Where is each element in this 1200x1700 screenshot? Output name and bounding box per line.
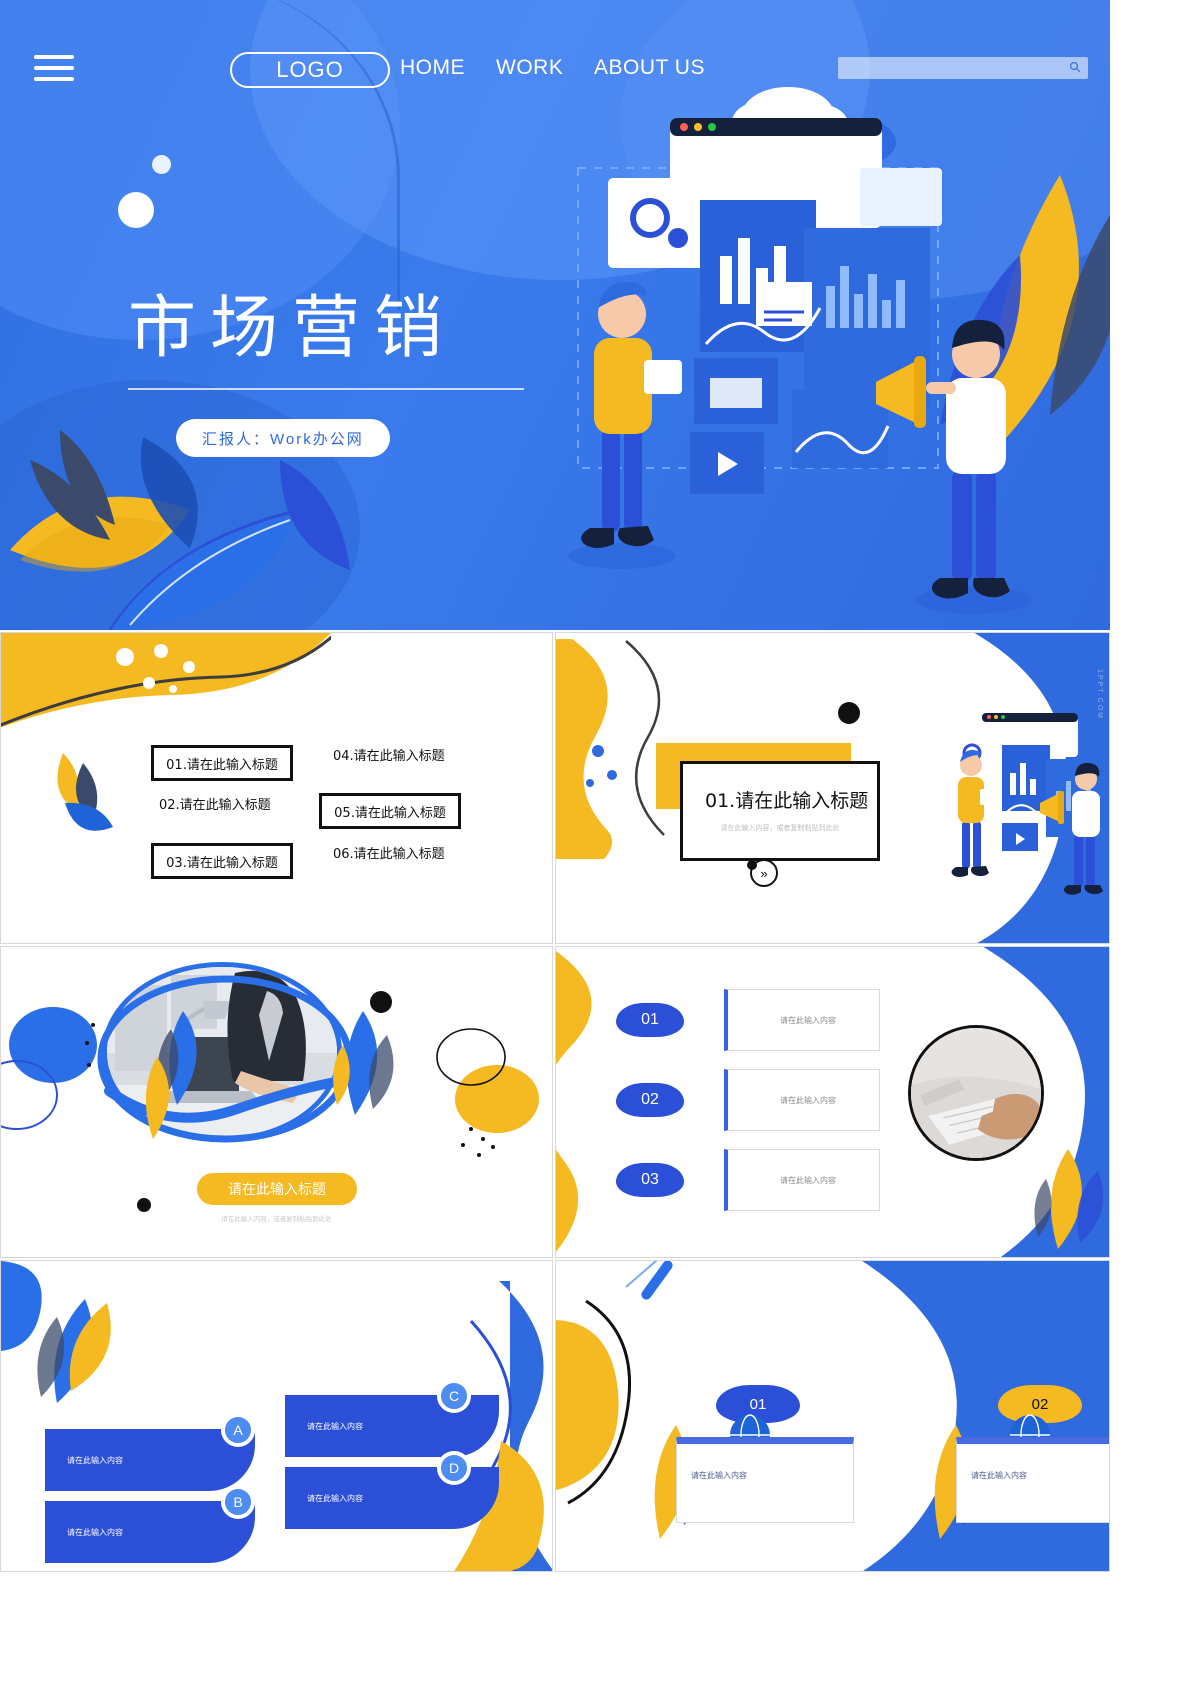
hero-slide[interactable]: LOGO HOME WORK ABOUT US 市场营销 汇报人：Work办公网: [0, 0, 1110, 630]
list-item-boxed[interactable]: 05.请在此输入标题: [319, 793, 461, 829]
decorative-dot: [118, 192, 154, 228]
foliage-illustration: [57, 753, 113, 831]
slide-thumbnail-2[interactable]: 01.请在此输入标题 02.请在此输入标题 03.请在此输入标题 04.请在此输…: [0, 632, 553, 944]
content-text: 请在此输入内容: [780, 1015, 836, 1025]
banner-text: 请在此输入内容: [307, 1494, 363, 1503]
content-card[interactable]: 请在此输入内容: [676, 1437, 854, 1523]
banner-text: 请在此输入内容: [67, 1528, 123, 1537]
list-item-text: 05.请在此输入标题: [334, 805, 446, 821]
list-item-text: 03.请在此输入标题: [166, 855, 278, 871]
title-card[interactable]: 01.请在此输入标题 请在此输入内容，或者复制粘贴到此处: [680, 761, 880, 861]
foliage-illustration: [333, 1011, 394, 1115]
foliage-illustration: [145, 1057, 170, 1139]
decorative-curve: [40, 0, 400, 310]
marketing-illustration: [951, 690, 1103, 895]
next-arrow-button[interactable]: »: [750, 859, 778, 887]
slide-thumbnail-7[interactable]: 01 请在此输入内容 02 请在此输入内容: [555, 1260, 1110, 1572]
content-box[interactable]: 请在此输入内容: [724, 1069, 880, 1131]
content-text: 请在此输入内容: [780, 1095, 836, 1105]
ppt-template-preview: LOGO HOME WORK ABOUT US 市场营销 汇报人：Work办公网…: [0, 0, 1200, 1700]
banner-text: 请在此输入内容: [307, 1422, 363, 1431]
content-text: 请在此输入内容: [780, 1175, 836, 1185]
list-item-boxed[interactable]: 03.请在此输入标题: [151, 843, 293, 879]
card-subtitle: 请在此输入内容，或者复制粘贴到此处: [720, 824, 840, 832]
card-text: 请在此输入内容: [691, 1471, 747, 1480]
page-title: 市场营销: [128, 289, 457, 368]
step-badge: 03: [616, 1163, 684, 1197]
list-item-boxed[interactable]: 01.请在此输入标题: [151, 745, 293, 781]
hamburger-menu-icon[interactable]: [34, 55, 74, 85]
foliage-illustration: [1034, 1149, 1104, 1249]
watermark-text: 1PPT.COM: [1096, 669, 1103, 721]
step-badge: 01: [616, 1003, 684, 1037]
badge-c: C: [437, 1379, 471, 1413]
badge-d: D: [437, 1451, 471, 1485]
nav-item-home[interactable]: HOME: [400, 56, 465, 80]
content-card[interactable]: 请在此输入内容: [956, 1437, 1109, 1523]
presenter-badge: 汇报人：Work办公网: [176, 419, 390, 457]
content-box[interactable]: 请在此输入内容: [724, 989, 880, 1051]
foliage-illustration: [37, 1299, 111, 1403]
slide-thumbnail-6[interactable]: 请在此输入内容 A 请在此输入内容 B 请在此输入内容 C 请在此输入内容 D: [0, 1260, 553, 1572]
card-text: 请在此输入内容: [971, 1471, 1027, 1480]
list-item[interactable]: 02.请在此输入标题: [159, 794, 271, 813]
list-item[interactable]: 04.请在此输入标题: [333, 745, 445, 764]
content-box[interactable]: 请在此输入内容: [724, 1149, 880, 1211]
list-item[interactable]: 06.请在此输入标题: [333, 843, 445, 862]
decorative-dot: [152, 155, 171, 174]
decorative-wave: [1, 633, 331, 728]
banner-text: 请在此输入内容: [67, 1456, 123, 1465]
title-divider: [128, 388, 524, 390]
slide-thumbnail-3[interactable]: 1PPT.COM 01.请在此输入标题 请在此输入内容，或者复制粘贴到此处 »: [555, 632, 1110, 944]
nav-item-work[interactable]: WORK: [496, 56, 563, 80]
slide-thumbnail-4[interactable]: 请在此输入标题 请在此输入内容，或者复制粘贴到此处: [0, 946, 553, 1258]
caption-subtext: 请在此输入内容，或者复制粘贴到此处: [221, 1215, 332, 1223]
badge-a: A: [221, 1413, 255, 1447]
caption-pill[interactable]: 请在此输入标题: [197, 1173, 357, 1205]
slide-thumbnail-5[interactable]: 01 请在此输入内容 02 请在此输入内容 03 请在此输入内容: [555, 946, 1110, 1258]
step-badge: 02: [616, 1083, 684, 1117]
marketing-illustration: [568, 87, 1032, 614]
badge-b: B: [221, 1485, 255, 1519]
logo-badge[interactable]: LOGO: [230, 52, 390, 88]
card-title: 01.请在此输入标题: [705, 790, 869, 812]
list-item-text: 01.请在此输入标题: [166, 757, 278, 773]
